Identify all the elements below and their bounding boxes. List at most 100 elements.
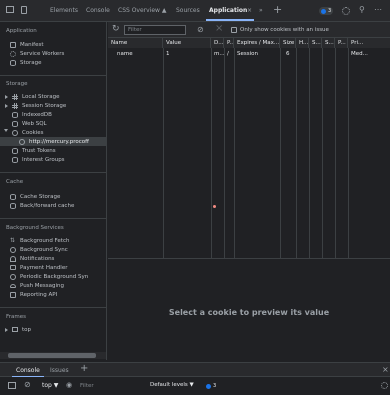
cookie-icon bbox=[12, 129, 18, 136]
sidebar-item-local-storage[interactable]: Local Storage bbox=[12, 92, 60, 101]
only-issues-label: Only show cookies with an issue bbox=[240, 27, 329, 33]
issues-badge[interactable]: 3 bbox=[319, 7, 334, 15]
add-tab-button[interactable]: + bbox=[273, 3, 282, 16]
sidebar-item-push-messaging[interactable]: Push Messaging bbox=[10, 281, 64, 290]
issues-dot-icon bbox=[206, 383, 211, 389]
collapse-cookies-icon[interactable] bbox=[4, 129, 8, 132]
cookies-table: Name Value D... P... Expires / Max... Si… bbox=[108, 38, 390, 258]
sort-arrows-icon: ⇅ bbox=[10, 236, 16, 244]
cell-expires: Session bbox=[237, 51, 258, 57]
database-icon bbox=[10, 202, 16, 209]
menu-dots-icon[interactable]: ⋯ bbox=[374, 5, 382, 14]
console-settings-gear-icon[interactable] bbox=[381, 382, 388, 389]
console-toolbar: ⊘ top ▼ ◉ Default levels ▼ 3 bbox=[0, 377, 390, 395]
sidebar-item-interest-groups[interactable]: Interest Groups bbox=[12, 155, 65, 164]
live-expression-eye-icon[interactable]: ◉ bbox=[66, 381, 72, 389]
drawer-tab-console[interactable]: Console bbox=[16, 367, 40, 374]
sidebar-item-web-sql[interactable]: Web SQL bbox=[12, 119, 47, 128]
column-divider bbox=[309, 48, 310, 258]
scrollbar-thumb[interactable] bbox=[8, 353, 96, 358]
database-icon bbox=[10, 59, 16, 66]
expand-local-storage-icon[interactable] bbox=[5, 95, 8, 99]
column-header-name[interactable]: Name bbox=[108, 38, 163, 48]
tab-sources[interactable]: Sources bbox=[176, 7, 200, 14]
column-header-samesite[interactable]: S... bbox=[322, 38, 335, 48]
sidebar-item-back-forward-cache[interactable]: Back/forward cache bbox=[10, 201, 74, 210]
clear-console-icon[interactable]: ⊘ bbox=[24, 380, 31, 389]
sidebar-item-trust-tokens[interactable]: Trust Tokens bbox=[12, 146, 56, 155]
tab-application-close-icon[interactable]: × bbox=[247, 7, 252, 14]
sidebar-item-background-fetch[interactable]: ⇅ Background Fetch bbox=[10, 236, 69, 245]
column-divider bbox=[348, 48, 349, 258]
sidebar-toggle-icon[interactable] bbox=[8, 382, 16, 389]
database-icon bbox=[12, 156, 18, 163]
settings-gear-icon[interactable] bbox=[342, 7, 350, 15]
tab-application[interactable]: Application bbox=[209, 7, 247, 14]
column-header-partition[interactable]: P... bbox=[335, 38, 348, 48]
column-header-secure[interactable]: S... bbox=[309, 38, 322, 48]
column-header-domain[interactable]: D... bbox=[211, 38, 224, 48]
sidebar-item-payment-handler[interactable]: Payment Handler bbox=[10, 263, 67, 272]
more-tabs-button[interactable]: » bbox=[259, 7, 263, 14]
expand-session-storage-icon[interactable] bbox=[5, 104, 8, 108]
column-header-httponly[interactable]: H... bbox=[296, 38, 309, 48]
issues-badge-count: 3 bbox=[328, 8, 332, 14]
drawer-add-tab-button[interactable]: + bbox=[80, 363, 88, 374]
database-icon bbox=[12, 111, 18, 118]
drawer-tab-issues[interactable]: Issues bbox=[50, 367, 69, 374]
sidebar-item-frame-top[interactable]: top bbox=[12, 325, 31, 334]
only-issues-checkbox[interactable] bbox=[231, 27, 237, 33]
sidebar-item-indexeddb[interactable]: IndexedDB bbox=[12, 110, 52, 119]
column-divider bbox=[211, 48, 212, 258]
delete-selected-icon[interactable]: × bbox=[215, 23, 223, 34]
inspect-element-icon[interactable] bbox=[6, 6, 14, 13]
customize-person-icon[interactable]: ⚲ bbox=[359, 5, 365, 14]
tab-css-overview[interactable]: CSS Overview ▲ bbox=[118, 7, 166, 14]
section-title-cache: Cache bbox=[6, 179, 24, 185]
console-issues-count: 3 bbox=[213, 383, 217, 389]
sidebar-item-session-storage[interactable]: Session Storage bbox=[12, 101, 66, 110]
divider bbox=[0, 75, 106, 76]
column-header-value[interactable]: Value bbox=[163, 38, 211, 48]
column-divider bbox=[296, 48, 297, 258]
column-header-priority[interactable]: Pri... bbox=[348, 38, 390, 48]
clear-filtered-icon[interactable]: ⊘ bbox=[197, 25, 204, 34]
cell-value: 1 bbox=[166, 51, 170, 57]
column-header-size[interactable]: Size bbox=[280, 38, 296, 48]
tab-console[interactable]: Console bbox=[86, 7, 110, 14]
sidebar-item-periodic-background-sync[interactable]: Periodic Background Syn bbox=[10, 272, 88, 281]
section-title-application: Application bbox=[6, 28, 37, 34]
expand-frame-top-icon[interactable] bbox=[5, 328, 8, 332]
console-issues-badge[interactable]: 3 bbox=[206, 382, 216, 390]
console-filter-input[interactable] bbox=[80, 381, 140, 391]
sync-icon bbox=[10, 246, 16, 253]
log-levels-dropdown[interactable]: Default levels ▼ bbox=[150, 382, 194, 388]
sidebar-item-cookies[interactable]: Cookies bbox=[12, 128, 44, 137]
application-sidebar: Application Manifest Service Workers Sto… bbox=[0, 22, 107, 360]
sidebar-item-cookie-origin[interactable]: http://mercury.procoff bbox=[0, 137, 106, 146]
tab-elements[interactable]: Elements bbox=[50, 7, 78, 14]
sidebar-item-notifications[interactable]: Notifications bbox=[10, 254, 54, 263]
sidebar-item-cache-storage[interactable]: Cache Storage bbox=[10, 192, 60, 201]
database-icon bbox=[12, 147, 18, 154]
column-header-expires[interactable]: Expires / Max... bbox=[234, 38, 280, 48]
database-icon bbox=[10, 193, 16, 200]
sidebar-item-manifest[interactable]: Manifest bbox=[10, 40, 43, 49]
context-selector[interactable]: top ▼ bbox=[42, 382, 58, 389]
device-toolbar-icon[interactable] bbox=[21, 6, 27, 14]
sidebar-item-reporting-api[interactable]: Reporting API bbox=[10, 290, 57, 299]
sidebar-item-storage[interactable]: Storage bbox=[10, 58, 42, 67]
sidebar-item-background-sync[interactable]: Background Sync bbox=[10, 245, 68, 254]
cursor-marker bbox=[213, 205, 216, 208]
column-divider bbox=[280, 48, 281, 258]
cookie-filter-input[interactable] bbox=[124, 25, 186, 35]
sidebar-item-service-workers[interactable]: Service Workers bbox=[10, 49, 64, 58]
notification-bell-icon bbox=[10, 255, 16, 262]
divider bbox=[0, 218, 106, 219]
cell-size: 6 bbox=[286, 51, 290, 57]
refresh-icon[interactable]: ↻ bbox=[112, 24, 120, 34]
sidebar-horizontal-scrollbar[interactable] bbox=[0, 352, 106, 359]
column-header-path[interactable]: P... bbox=[224, 38, 234, 48]
cell-name: name bbox=[117, 51, 133, 57]
drawer-close-button[interactable]: × bbox=[382, 365, 389, 374]
